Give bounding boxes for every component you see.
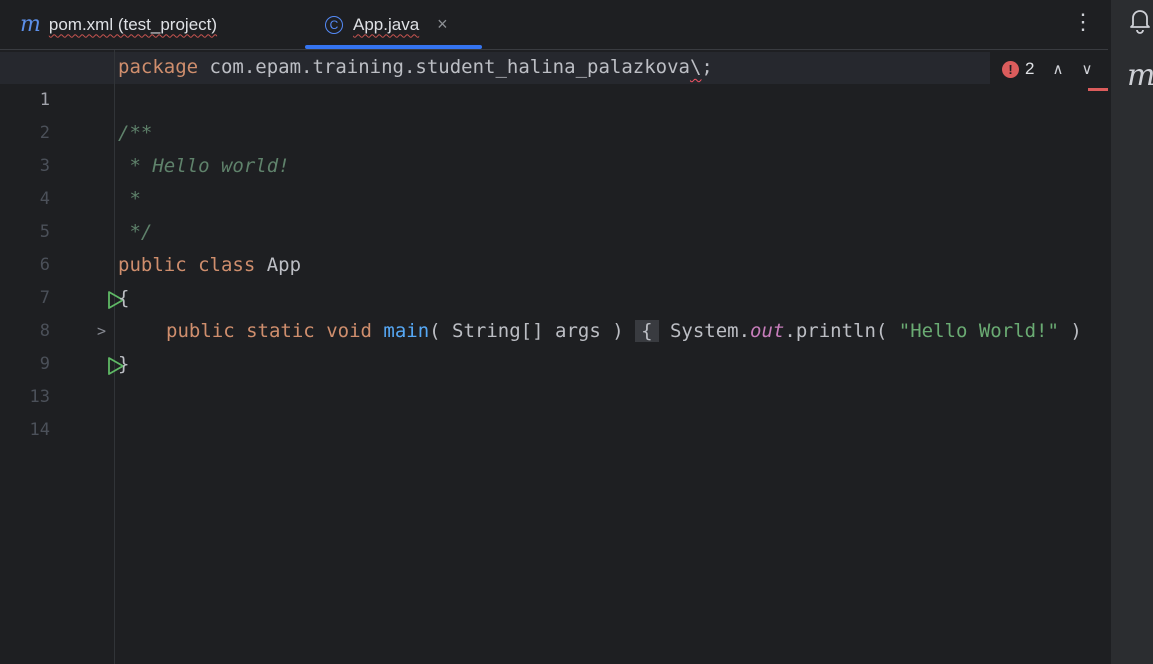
brace: } <box>118 353 130 375</box>
tab-app-java[interactable]: C App.java × <box>325 0 448 49</box>
inspection-widget[interactable]: ! 2 ∧ ∨ <box>990 52 1108 86</box>
code-line: 1 package com.epam.training.student_hali… <box>0 51 1108 110</box>
code-line: 6 */ <box>0 216 1108 275</box>
error-icon: ! <box>1002 60 1019 78</box>
code-line: 5 * <box>0 183 1108 242</box>
tab-label: pom.xml (test_project) <box>48 14 218 34</box>
code-line: 7 public class App <box>0 249 1108 309</box>
string-literal: "Hello World!" <box>898 320 1059 342</box>
keyword: static <box>246 320 315 342</box>
code-line: 14 <box>0 381 1108 440</box>
class-name: App <box>255 254 302 276</box>
close-icon[interactable]: × <box>437 14 448 35</box>
notifications-bell-icon[interactable] <box>1129 6 1151 34</box>
comment: /** <box>118 122 153 144</box>
right-tool-strip: m <box>1110 0 1153 664</box>
class-icon: C <box>325 15 343 34</box>
error-stripe-marker[interactable] <box>1088 88 1108 91</box>
keyword: package <box>118 56 199 78</box>
previous-error-icon[interactable]: ∧ <box>1052 60 1063 78</box>
semicolon: ; <box>701 56 713 78</box>
editor-tab-bar: m pom.xml (test_project) C App.java × ⋮ <box>0 0 1108 50</box>
comment: * <box>118 188 141 210</box>
next-error-icon[interactable]: ∨ <box>1081 60 1092 78</box>
fold-chevron-icon[interactable]: > <box>97 315 106 348</box>
error-count: 2 <box>1025 59 1035 78</box>
maven-tool-icon[interactable]: m <box>1127 58 1153 93</box>
active-tab-indicator <box>305 45 482 49</box>
method-name: main <box>383 320 430 342</box>
keyword: public <box>166 320 235 342</box>
code-line: 4 * Hello world! <box>0 150 1108 209</box>
comment: * Hello world! <box>118 155 290 177</box>
keyword: public <box>118 254 187 276</box>
tab-pom-xml[interactable]: m pom.xml (test_project) <box>20 0 217 49</box>
keyword: class <box>198 254 256 276</box>
code-line: 13 } <box>0 348 1108 407</box>
line-number: 14 <box>29 420 50 440</box>
comment: */ <box>118 221 153 243</box>
maven-icon: m <box>20 12 41 37</box>
code-line: 9 > public static void main( String[] ar… <box>0 315 1108 375</box>
package-name: com.epam.training.student_halina_palazko… <box>198 56 690 78</box>
brace: { <box>118 287 130 309</box>
field-name: out <box>750 320 785 342</box>
syntax-error: \ <box>689 56 702 78</box>
code-line: 3 /** <box>0 117 1108 176</box>
folded-block[interactable]: { <box>635 320 659 342</box>
keyword: void <box>326 320 372 342</box>
tab-label: App.java <box>353 14 420 34</box>
code-line: 8 { <box>0 282 1108 341</box>
more-options-icon[interactable]: ⋮ <box>1072 8 1094 36</box>
code-line: 2 <box>0 84 1108 143</box>
